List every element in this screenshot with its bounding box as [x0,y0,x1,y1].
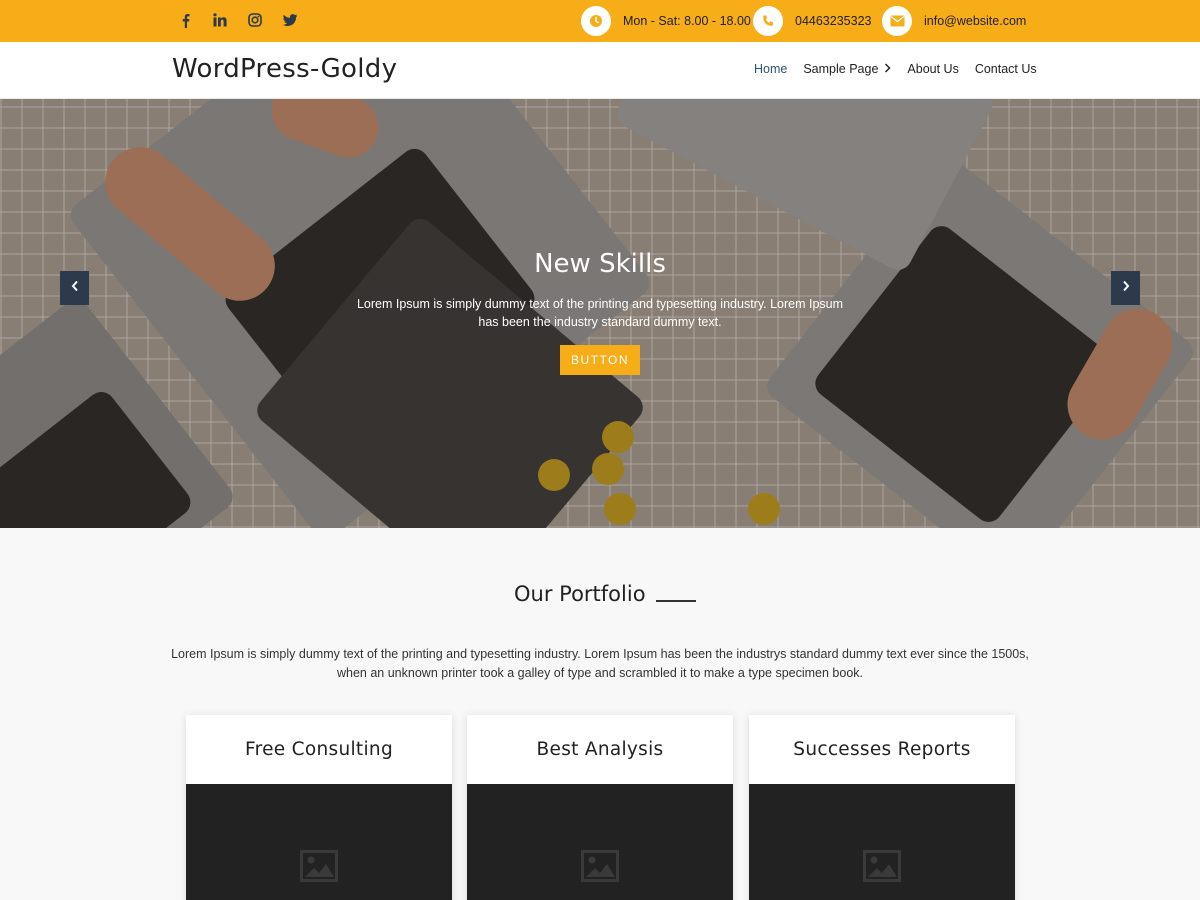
phone-number[interactable]: 04463235323 [795,14,871,28]
nav-item-label: Home [754,62,788,76]
nav-item-home[interactable]: Home [754,62,787,76]
portfolio-card-title[interactable]: Best Analysis [467,715,733,784]
facebook-icon[interactable] [176,11,194,29]
nav-item-label: About Us [907,62,959,76]
portfolio-card-image[interactable] [749,784,1015,900]
main-navigation: Home Sample Page About Us Contact Us [754,62,1037,76]
portfolio-title: Our Portfolio [514,582,646,606]
portfolio-card[interactable]: Successes Reports [749,715,1015,900]
nav-item-contact-us[interactable]: Contact Us [975,62,1037,76]
site-title[interactable]: WordPress-Goldy [172,54,397,84]
hero-slider: New Skills Lorem Ipsum is simply dummy t… [0,99,1200,528]
opening-hours-text: Mon - Sat: 8.00 - 18.00 [623,14,751,28]
chevron-left-icon [71,279,79,297]
nav-item-about-us[interactable]: About Us [907,62,958,76]
portfolio-card[interactable]: Free Consulting [186,715,452,900]
image-placeholder-icon [863,850,901,887]
hero-title: New Skills [534,249,666,279]
chevron-right-icon [1122,279,1130,297]
email-contact[interactable]: info@website.com [882,5,1026,37]
portfolio-card-image[interactable] [186,784,452,900]
linkedin-icon[interactable] [211,11,229,29]
image-placeholder-icon [581,850,619,887]
chevron-right-icon [884,62,891,76]
envelope-icon [882,6,912,36]
clock-icon [581,6,611,36]
twitter-icon[interactable] [281,11,299,29]
phone-icon [753,6,783,36]
hero-description: Lorem Ipsum is simply dummy text of the … [356,297,844,329]
portfolio-card-title[interactable]: Successes Reports [749,715,1015,784]
nav-item-label: Sample Page [803,62,879,76]
social-links [176,11,299,29]
top-bar: Mon - Sat: 8.00 - 18.00 04463235323 info… [0,0,1200,42]
portfolio-card[interactable]: Best Analysis [467,715,733,900]
hero-button[interactable]: BUTTON [560,345,640,375]
nav-item-sample-page[interactable]: Sample Page [803,62,891,76]
email-address[interactable]: info@website.com [924,14,1026,28]
portfolio-card-image[interactable] [467,784,733,900]
opening-hours: Mon - Sat: 8.00 - 18.00 [581,5,751,37]
portfolio-card-title[interactable]: Free Consulting [186,715,452,784]
site-header: WordPress-Goldy Home Sample Page About U… [0,42,1200,99]
nav-item-label: Contact Us [974,62,1037,76]
portfolio-description: Lorem Ipsum is simply dummy text of the … [171,647,1029,680]
instagram-icon[interactable] [246,11,264,29]
phone-contact[interactable]: 04463235323 [753,5,871,37]
image-placeholder-icon [300,850,338,887]
title-underline [656,600,696,602]
